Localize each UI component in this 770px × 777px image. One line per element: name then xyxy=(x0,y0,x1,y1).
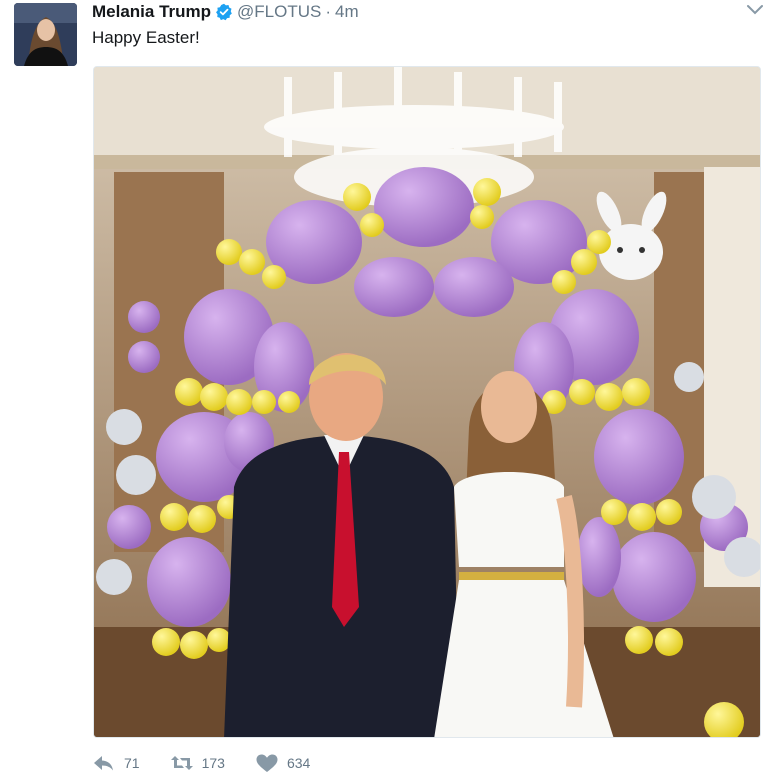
heart-icon xyxy=(256,754,278,772)
tweet-actions: 71 173 634 xyxy=(92,752,340,774)
retweet-button[interactable]: 173 xyxy=(170,753,225,773)
author-avatar[interactable] xyxy=(14,3,77,66)
tweet-photo[interactable] xyxy=(93,66,761,738)
verified-badge-icon xyxy=(215,3,233,21)
reply-count: 71 xyxy=(124,755,140,771)
like-count: 634 xyxy=(286,755,311,771)
author-handle[interactable]: @FLOTUS xyxy=(237,2,321,22)
author-name[interactable]: Melania Trump xyxy=(92,2,211,22)
reply-button[interactable]: 71 xyxy=(92,753,140,773)
reply-icon xyxy=(94,756,113,771)
retweet-icon xyxy=(170,756,193,770)
chevron-down-icon[interactable] xyxy=(745,2,765,18)
tweet-card: Melania Trump @FLOTUS · 4m Happy Easter! xyxy=(0,0,770,777)
header-separator: · xyxy=(325,2,332,21)
tweet-header: Melania Trump @FLOTUS · 4m xyxy=(92,0,359,24)
retweet-count: 173 xyxy=(201,755,225,771)
like-button[interactable]: 634 xyxy=(255,753,310,773)
tweet-text: Happy Easter! xyxy=(92,28,200,47)
tweet-timestamp[interactable]: 4m xyxy=(335,2,359,22)
